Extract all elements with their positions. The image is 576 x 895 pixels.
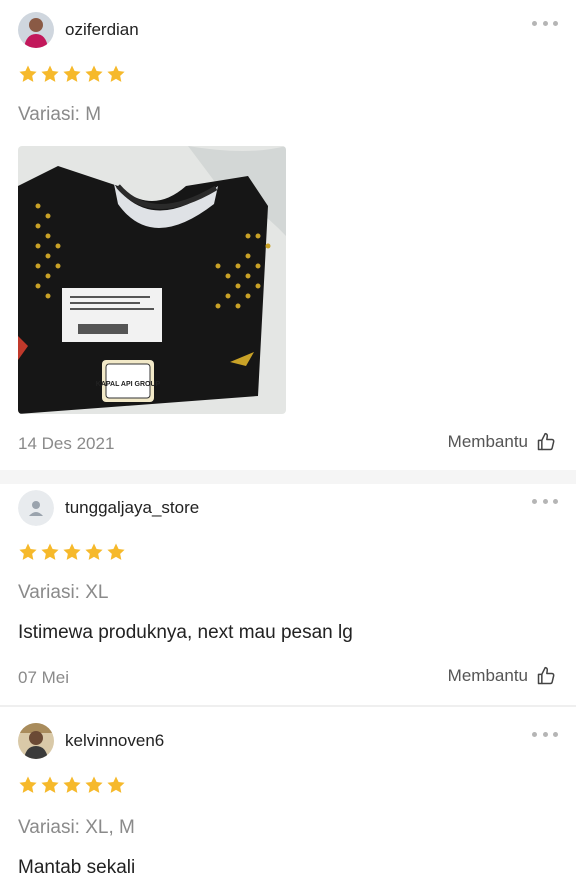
star-icon: [85, 543, 103, 560]
review-header: tunggaljaya_store: [18, 490, 199, 526]
reviewer-username[interactable]: tunggaljaya_store: [65, 498, 199, 518]
avatar[interactable]: [18, 723, 54, 759]
helpful-button[interactable]: Membantu: [448, 432, 556, 452]
review-card: kelvinnoven6 Variasi: XL, M Mantab sekal…: [0, 707, 576, 895]
more-options-icon[interactable]: [532, 496, 558, 506]
avatar[interactable]: [18, 12, 54, 48]
review-date: 07 Mei: [18, 668, 70, 687]
reviewer-username[interactable]: kelvinnoven6: [65, 731, 164, 751]
star-icon: [19, 65, 37, 82]
thumbs-up-icon: [537, 432, 555, 451]
helpful-label: Membantu: [447, 432, 528, 451]
variation-text: Variasi: M: [18, 104, 102, 125]
variation-text: Variasi: XL: [18, 582, 109, 603]
star-icon: [85, 776, 103, 793]
more-options-icon[interactable]: [532, 729, 558, 739]
photo-label-text: KAPAL API GROUP: [96, 381, 161, 388]
star-icon: [19, 776, 37, 793]
review-comment: Mantab sekali: [18, 857, 136, 878]
review-photo[interactable]: KAPAL API GROUP: [18, 146, 286, 414]
helpful-button[interactable]: Membantu: [448, 666, 556, 686]
more-options-icon[interactable]: [532, 18, 558, 28]
reviewer-username[interactable]: oziferdian: [65, 20, 139, 40]
thumbs-up-icon: [537, 666, 555, 685]
review-header: oziferdian: [18, 12, 139, 48]
star-icon: [107, 776, 125, 793]
star-icon: [19, 543, 37, 560]
review-date: 14 Des 2021: [18, 434, 115, 453]
review-card: tunggaljaya_store Variasi: XL Istimewa p…: [0, 484, 576, 705]
star-icon: [63, 776, 81, 793]
star-icon: [85, 65, 103, 82]
variation-text: Variasi: XL, M: [18, 817, 135, 838]
star-icon: [41, 543, 59, 560]
star-icon: [41, 65, 59, 82]
default-avatar-icon[interactable]: [18, 490, 54, 526]
star-rating: [18, 64, 128, 84]
section-divider: [0, 470, 576, 484]
review-comment: Istimewa produknya, next mau pesan lg: [18, 622, 353, 643]
star-icon: [107, 543, 125, 560]
helpful-label: Membantu: [447, 666, 528, 685]
review-header: kelvinnoven6: [18, 723, 164, 759]
star-rating: [18, 542, 128, 562]
star-icon: [63, 65, 81, 82]
review-card: oziferdian Variasi: M KAPAL API GROUP 14…: [0, 0, 576, 470]
star-icon: [107, 65, 125, 82]
star-icon: [63, 543, 81, 560]
star-icon: [41, 776, 59, 793]
star-rating: [18, 775, 128, 795]
